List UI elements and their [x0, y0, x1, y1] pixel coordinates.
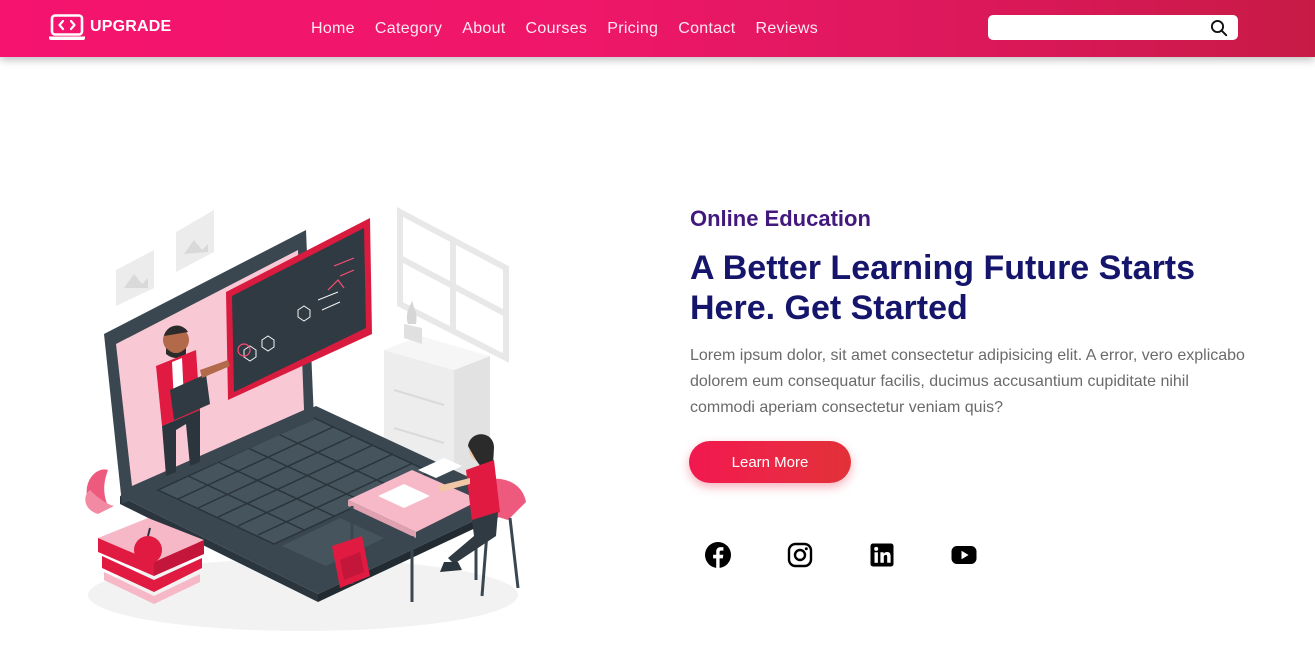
- nav-link-courses[interactable]: Courses: [516, 20, 598, 38]
- main-nav: Home Category About Courses Pricing Cont…: [301, 0, 828, 57]
- hero-description: Lorem ipsum dolor, sit amet consectetur …: [690, 347, 1245, 416]
- search-input[interactable]: [988, 15, 1206, 40]
- search-box: [988, 15, 1238, 40]
- nav-link-category[interactable]: Category: [365, 20, 452, 38]
- hero-title: A Better Learning Future Starts Here. Ge…: [690, 249, 1196, 327]
- instagram-icon[interactable]: [786, 541, 814, 569]
- facebook-icon[interactable]: [704, 541, 732, 569]
- nav-link-home[interactable]: Home: [301, 20, 365, 38]
- laptop-code-icon: [49, 14, 85, 40]
- nav-link-reviews[interactable]: Reviews: [745, 20, 828, 38]
- top-navbar: UPGRADE Home Category About Courses Pric…: [0, 0, 1315, 57]
- online-teaching-laptop-illustration: [85, 207, 526, 631]
- brand-name: UPGRADE: [90, 18, 172, 35]
- brand-link[interactable]: UPGRADE: [49, 14, 171, 40]
- search-icon[interactable]: [1210, 19, 1228, 37]
- hero-subtitle: Online Education: [690, 206, 871, 231]
- linkedin-icon[interactable]: [868, 541, 896, 569]
- learn-more-button[interactable]: Learn More: [689, 441, 851, 483]
- youtube-icon[interactable]: [950, 541, 978, 569]
- nav-link-contact[interactable]: Contact: [668, 20, 745, 38]
- nav-link-about[interactable]: About: [452, 20, 515, 38]
- nav-link-pricing[interactable]: Pricing: [597, 20, 668, 38]
